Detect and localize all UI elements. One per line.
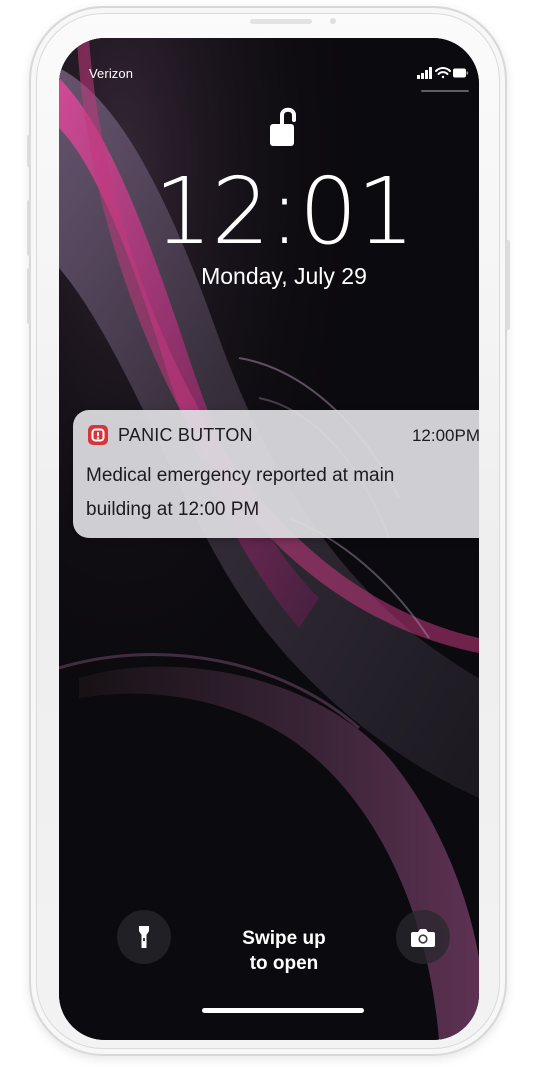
lock-screen[interactable]: Verizon 12:01 Monday, July 29 PANIC BUTT… [59, 38, 479, 1040]
camera-icon [411, 929, 435, 947]
battery-icon [453, 68, 469, 78]
volume-down-button [27, 268, 31, 324]
notification-message-line-1: Medical emergency reported at main [86, 465, 395, 486]
signal-icon [417, 67, 432, 79]
flashlight-icon [139, 926, 149, 948]
swipe-hint-line-1: Swipe up [242, 928, 326, 949]
unlocked-padlock-icon [270, 107, 296, 146]
wifi-icon [435, 67, 451, 79]
panic-button-notification[interactable]: PANIC BUTTON 12:00PM Medical emergency r… [73, 410, 479, 538]
panic-button-app-icon [88, 425, 108, 445]
notification-app-name: PANIC BUTTON [118, 425, 253, 445]
lock-screen-date: Monday, July 29 [201, 263, 367, 289]
swipe-hint-line-2: to open [249, 953, 319, 974]
earpiece-speaker [250, 19, 312, 24]
swipe-to-open-hint: Swipe up to open [224, 926, 344, 976]
home-indicator-bar[interactable] [202, 1008, 364, 1013]
lock-screen-time: 12:01 [153, 158, 415, 265]
status-bar-indicator [421, 90, 469, 92]
status-icons [417, 67, 469, 79]
notification-time: 12:00PM [411, 426, 479, 445]
mute-switch [27, 135, 31, 167]
notification-message-line-2: building at 12:00 PM [86, 499, 260, 520]
flashlight-button[interactable] [117, 910, 171, 964]
carrier-label: Verizon [89, 66, 134, 81]
power-button [506, 240, 510, 330]
volume-up-button [27, 200, 31, 256]
front-camera-dot [330, 18, 336, 24]
device-mockup: Verizon 12:01 Monday, July 29 PANIC BUTT… [0, 0, 537, 1067]
camera-button[interactable] [396, 910, 450, 964]
notification-message: Medical emergency reported at main build… [86, 459, 479, 527]
